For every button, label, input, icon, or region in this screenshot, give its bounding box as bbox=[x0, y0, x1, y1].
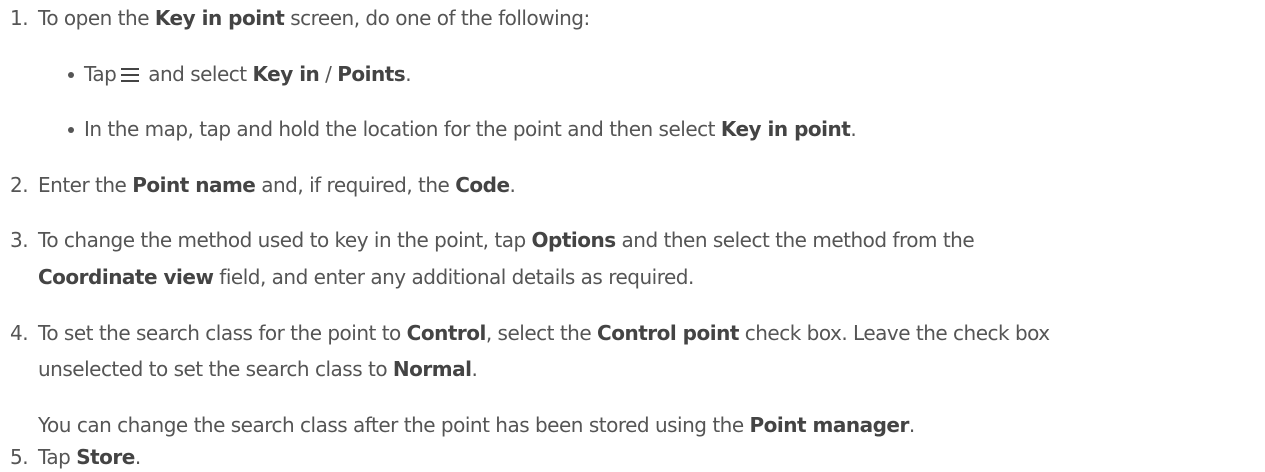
step-text: Coordinate view field, and enter any add… bbox=[38, 262, 694, 292]
ui-term: Store bbox=[76, 445, 135, 469]
step-text: Tap Store. bbox=[38, 442, 141, 472]
text-run: and then select the method from the bbox=[615, 228, 975, 252]
text-run: , select the bbox=[485, 321, 598, 345]
step-number: 4. bbox=[10, 321, 29, 345]
bullet-dot bbox=[68, 72, 74, 78]
menu-icon bbox=[121, 68, 140, 82]
step-text: Enter the Point name and, if required, t… bbox=[38, 170, 516, 200]
ui-term: Key in bbox=[252, 62, 320, 86]
ui-term: Key in point bbox=[154, 6, 285, 30]
text-run: To change the method used to key in the … bbox=[38, 228, 532, 252]
text-run: unselected to set the search class to bbox=[38, 357, 393, 381]
text-run: . bbox=[134, 445, 141, 469]
step-number: 3. bbox=[10, 228, 29, 252]
note-text: You can change the search class after th… bbox=[38, 410, 915, 440]
ui-term: Coordinate view bbox=[38, 265, 214, 289]
text-run: Enter the bbox=[38, 173, 133, 197]
step-text: To change the method used to key in the … bbox=[38, 225, 975, 255]
procedure-document: 1. To open the Key in point screen, do o… bbox=[0, 0, 1265, 471]
bullet-text: Tap and select Key in / Points. bbox=[84, 59, 412, 89]
ui-term: Points bbox=[337, 62, 406, 86]
ui-term: Control point bbox=[597, 321, 739, 345]
bullet-dot bbox=[68, 127, 74, 133]
ui-term: Normal bbox=[392, 357, 472, 381]
text-run: To set the search class for the point to bbox=[38, 321, 407, 345]
text-run: / bbox=[319, 62, 338, 86]
step-number: 5. bbox=[10, 445, 29, 469]
text-run: You can change the search class after th… bbox=[38, 413, 750, 437]
text-run: and, if required, the bbox=[255, 173, 456, 197]
text-run: screen, do one of the following: bbox=[284, 6, 590, 30]
ui-term: Point manager bbox=[749, 413, 910, 437]
text-run: . bbox=[509, 173, 516, 197]
text-run: field, and enter any additional details … bbox=[213, 265, 694, 289]
text-run: Tap bbox=[38, 445, 77, 469]
text-run: . bbox=[908, 413, 915, 437]
text-run: . bbox=[405, 62, 412, 86]
ui-term: Code bbox=[455, 173, 510, 197]
bullet-text: In the map, tap and hold the location fo… bbox=[84, 114, 857, 144]
step-text: unselected to set the search class to No… bbox=[38, 354, 478, 384]
text-run: and select bbox=[142, 62, 253, 86]
text-run: In the map, tap and hold the location fo… bbox=[84, 117, 721, 141]
ui-term: Point name bbox=[132, 173, 256, 197]
step-number: 1. bbox=[10, 6, 29, 30]
text-run: check box. Leave the check box bbox=[738, 321, 1050, 345]
step-text: To set the search class for the point to… bbox=[38, 318, 1050, 348]
step-text: To open the Key in point screen, do one … bbox=[38, 3, 590, 33]
ui-term: Key in point bbox=[720, 117, 851, 141]
text-run: . bbox=[850, 117, 857, 141]
text-run: To open the bbox=[38, 6, 155, 30]
text-run: . bbox=[471, 357, 478, 381]
ui-term: Control bbox=[406, 321, 487, 345]
step-number: 2. bbox=[10, 173, 29, 197]
text-run: Tap bbox=[84, 62, 117, 86]
ui-term: Options bbox=[531, 228, 617, 252]
